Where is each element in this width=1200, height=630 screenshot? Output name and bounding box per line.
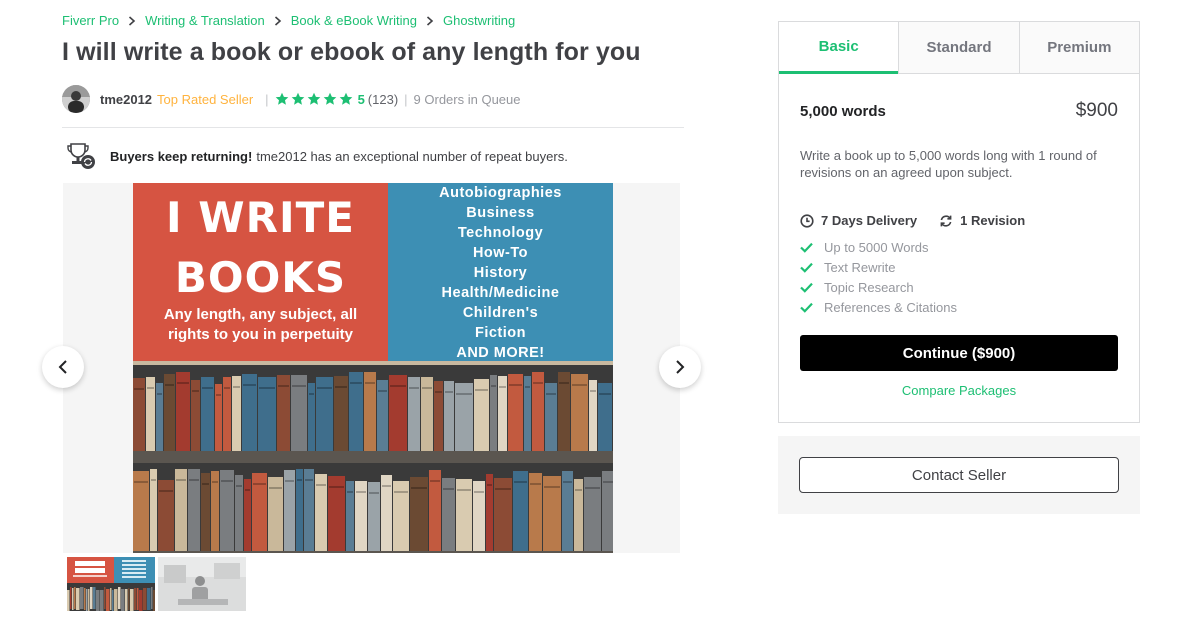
breadcrumb: Fiverr Pro Writing & Translation Book & … (62, 13, 515, 28)
star-icon (275, 92, 288, 105)
feature-label: References & Citations (824, 299, 957, 315)
chevron-right-icon (417, 15, 443, 26)
avatar[interactable] (62, 85, 90, 113)
feature-label: Text Rewrite (824, 259, 896, 275)
repeat-buyers-text: tme2012 has an exceptional number of rep… (256, 148, 568, 164)
chevron-right-icon (265, 15, 291, 26)
repeat-buyers-title: Buyers keep returning! (110, 148, 253, 164)
chevron-left-icon (58, 360, 67, 374)
slide-topic: Health/Medicine (441, 285, 560, 301)
star-icon (307, 92, 320, 105)
trophy-icon (66, 142, 96, 170)
rating-score: 5 (357, 91, 365, 107)
check-icon (800, 302, 813, 313)
gig-gallery: I WRITE BOOKS Any length, any subject, a… (63, 183, 680, 553)
feature-item: Up to 5000 Words (800, 237, 1118, 257)
check-icon (800, 262, 813, 273)
package-price: $900 (1075, 100, 1118, 121)
chevron-right-icon (119, 15, 145, 26)
package-name: 5,000 words (800, 102, 886, 120)
package-features: Up to 5000 Words Text Rewrite Topic Rese… (800, 237, 1118, 317)
gallery-thumbnail[interactable] (158, 557, 246, 611)
packages-panel: Basic Standard Premium 5,000 words $900 … (778, 21, 1140, 423)
check-icon (800, 282, 813, 293)
section-divider (62, 127, 684, 128)
feature-item: References & Citations (800, 297, 1118, 317)
compare-packages-link[interactable]: Compare Packages (800, 383, 1118, 398)
slide-subtitle: Any length, any subject, all rights to y… (163, 306, 358, 343)
package-content: 5,000 words $900 Write a book up to 5,00… (779, 100, 1139, 398)
star-icon (291, 92, 304, 105)
slide-topic: Children's (462, 305, 539, 321)
slide-topic: How-To (472, 245, 529, 261)
bookshelf-image (133, 365, 613, 553)
tab-premium[interactable]: Premium (1018, 22, 1139, 73)
revisions: 1 Revision (939, 213, 1025, 228)
delivery-time: 7 Days Delivery (800, 213, 917, 228)
breadcrumb-item-fiverr-pro[interactable]: Fiverr Pro (62, 13, 119, 28)
seller-overview: tme2012 Top Rated Seller | 5 (123) | 9 O… (62, 84, 521, 114)
divider: | (265, 91, 269, 107)
slide-topic: History (473, 265, 528, 281)
repeat-buyers-highlight: Buyers keep returning! tme2012 has an ex… (66, 142, 568, 170)
slide-topic: AND MORE! (456, 345, 545, 361)
slide-topic: Fiction (474, 325, 527, 341)
feature-item: Topic Research (800, 277, 1118, 297)
chevron-right-icon (676, 360, 685, 374)
feature-label: Up to 5000 Words (824, 239, 929, 255)
slide-topic: Business (466, 205, 535, 221)
contact-seller-button[interactable]: Contact Seller (799, 457, 1119, 493)
review-count[interactable]: (123) (368, 92, 398, 107)
seller-name-link[interactable]: tme2012 (100, 92, 152, 107)
clock-icon (800, 213, 814, 228)
gallery-thumbnail[interactable] (67, 557, 155, 611)
slide-topic: Autobiographies (439, 185, 562, 201)
gallery-slide[interactable]: I WRITE BOOKS Any length, any subject, a… (133, 183, 613, 553)
page-title: I will write a book or ebook of any leng… (62, 38, 641, 66)
refresh-icon (940, 214, 952, 227)
breadcrumb-item-book-ebook-writing[interactable]: Book & eBook Writing (291, 13, 417, 28)
rating-stars[interactable] (275, 92, 355, 106)
package-header: 5,000 words $900 (800, 100, 1118, 122)
divider: | (404, 91, 408, 107)
check-icon (800, 242, 813, 253)
slide-headline: I WRITE (166, 193, 355, 242)
feature-item: Text Rewrite (800, 257, 1118, 277)
package-meta: 7 Days Delivery 1 Revision (800, 213, 1118, 228)
slide-topics: Autobiographies Business Technology How-… (388, 183, 613, 363)
delivery-label: 7 Days Delivery (821, 213, 918, 228)
revisions-label: 1 Revision (960, 213, 1026, 228)
star-icon (339, 92, 352, 105)
tab-basic[interactable]: Basic (779, 22, 899, 74)
package-description: Write a book up to 5,000 words long with… (800, 148, 1097, 180)
slide-headline: BOOKS (174, 253, 347, 302)
star-icon (323, 92, 336, 105)
breadcrumb-item-writing-translation[interactable]: Writing & Translation (145, 13, 265, 28)
slide-topic: Technology (457, 225, 544, 241)
gallery-next-button[interactable] (659, 346, 701, 388)
gallery-prev-button[interactable] (42, 346, 84, 388)
package-tabs: Basic Standard Premium (779, 22, 1139, 74)
contact-section: Contact Seller (778, 436, 1140, 514)
orders-in-queue: 9 Orders in Queue (413, 91, 521, 107)
seller-level-badge: Top Rated Seller (157, 91, 254, 107)
tab-standard[interactable]: Standard (898, 22, 1019, 73)
feature-label: Topic Research (824, 279, 914, 295)
continue-button[interactable]: Continue ($900) (800, 335, 1118, 371)
gallery-thumbnails (67, 557, 249, 611)
breadcrumb-item-ghostwriting[interactable]: Ghostwriting (443, 13, 515, 28)
